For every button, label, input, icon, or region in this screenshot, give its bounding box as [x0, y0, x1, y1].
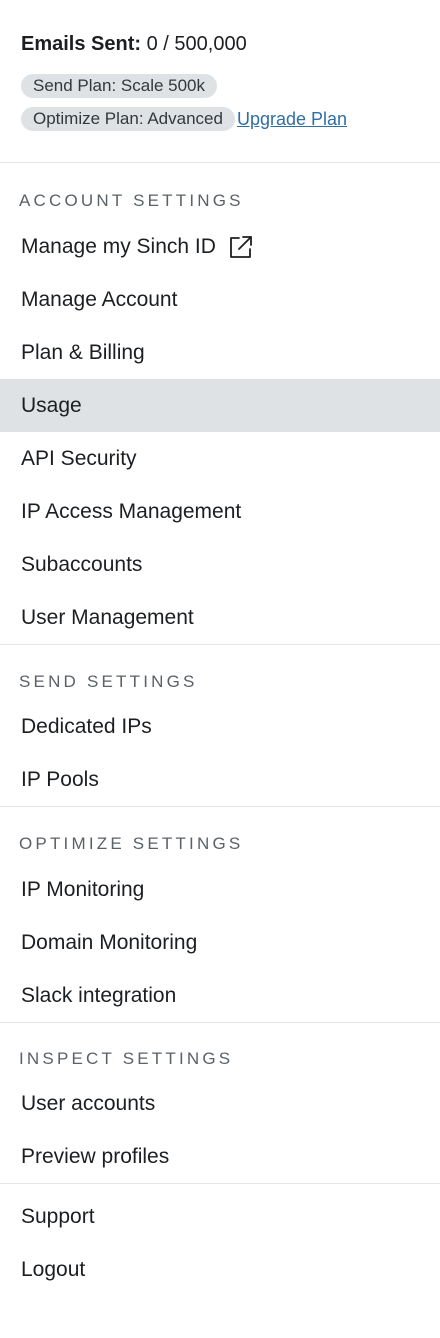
footer-section: Support Logout	[0, 1184, 440, 1296]
section-title-optimize: OPTIMIZE SETTINGS	[19, 834, 244, 853]
plan-badges: Send Plan: Scale 500k Optimize Plan: Adv…	[21, 74, 420, 131]
menu-item-ip-access-management[interactable]: IP Access Management	[0, 485, 440, 538]
menu-item-user-management[interactable]: User Management	[0, 591, 440, 644]
inspect-settings-section: INSPECT SETTINGS User accounts Preview p…	[0, 1023, 440, 1183]
section-title-account: ACCOUNT SETTINGS	[19, 191, 244, 210]
menu-item-api-security[interactable]: API Security	[0, 432, 440, 485]
plan-summary: Emails Sent: 0 / 500,000 Send Plan: Scal…	[0, 0, 440, 162]
menu-item-plan-billing[interactable]: Plan & Billing	[0, 326, 440, 379]
menu-item-slack-integration[interactable]: Slack integration	[0, 969, 440, 1022]
optimize-plan-row: Optimize Plan: Advanced Upgrade Plan	[21, 107, 420, 131]
menu-item-domain-monitoring[interactable]: Domain Monitoring	[0, 916, 440, 969]
external-link-icon	[228, 234, 254, 260]
menu-item-manage-account[interactable]: Manage Account	[0, 273, 440, 326]
send-plan-badge: Send Plan: Scale 500k	[21, 74, 218, 98]
emails-sent-value: 0 / 500,000	[146, 33, 247, 55]
section-title-send: SEND SETTINGS	[19, 672, 198, 691]
menu-item-usage[interactable]: Usage	[0, 379, 440, 432]
menu-item-dedicated-ips[interactable]: Dedicated IPs	[0, 700, 440, 753]
account-menu-panel: Emails Sent: 0 / 500,000 Send Plan: Scal…	[0, 0, 440, 1296]
optimize-settings-section: OPTIMIZE SETTINGS IP Monitoring Domain M…	[0, 807, 440, 1022]
menu-item-ip-pools[interactable]: IP Pools	[0, 753, 440, 806]
menu-item-logout[interactable]: Logout	[0, 1243, 440, 1296]
menu-item-manage-sinch-id[interactable]: Manage my Sinch ID	[0, 220, 440, 273]
section-title-inspect: INSPECT SETTINGS	[19, 1049, 234, 1068]
menu-item-ip-monitoring[interactable]: IP Monitoring	[0, 863, 440, 916]
menu-item-user-accounts[interactable]: User accounts	[0, 1077, 440, 1130]
menu-item-label: Manage my Sinch ID	[21, 235, 216, 258]
optimize-plan-badge: Optimize Plan: Advanced	[21, 107, 235, 131]
account-settings-section: ACCOUNT SETTINGS Manage my Sinch ID Mana…	[0, 163, 440, 644]
send-plan-row: Send Plan: Scale 500k	[21, 74, 420, 98]
menu-item-support[interactable]: Support	[0, 1190, 440, 1243]
menu-item-subaccounts[interactable]: Subaccounts	[0, 538, 440, 591]
emails-sent: Emails Sent: 0 / 500,000	[21, 32, 420, 56]
menu-item-preview-profiles[interactable]: Preview profiles	[0, 1130, 440, 1183]
upgrade-plan-link[interactable]: Upgrade Plan	[237, 107, 347, 131]
emails-sent-label: Emails Sent:	[21, 33, 142, 55]
send-settings-section: SEND SETTINGS Dedicated IPs IP Pools	[0, 645, 440, 806]
